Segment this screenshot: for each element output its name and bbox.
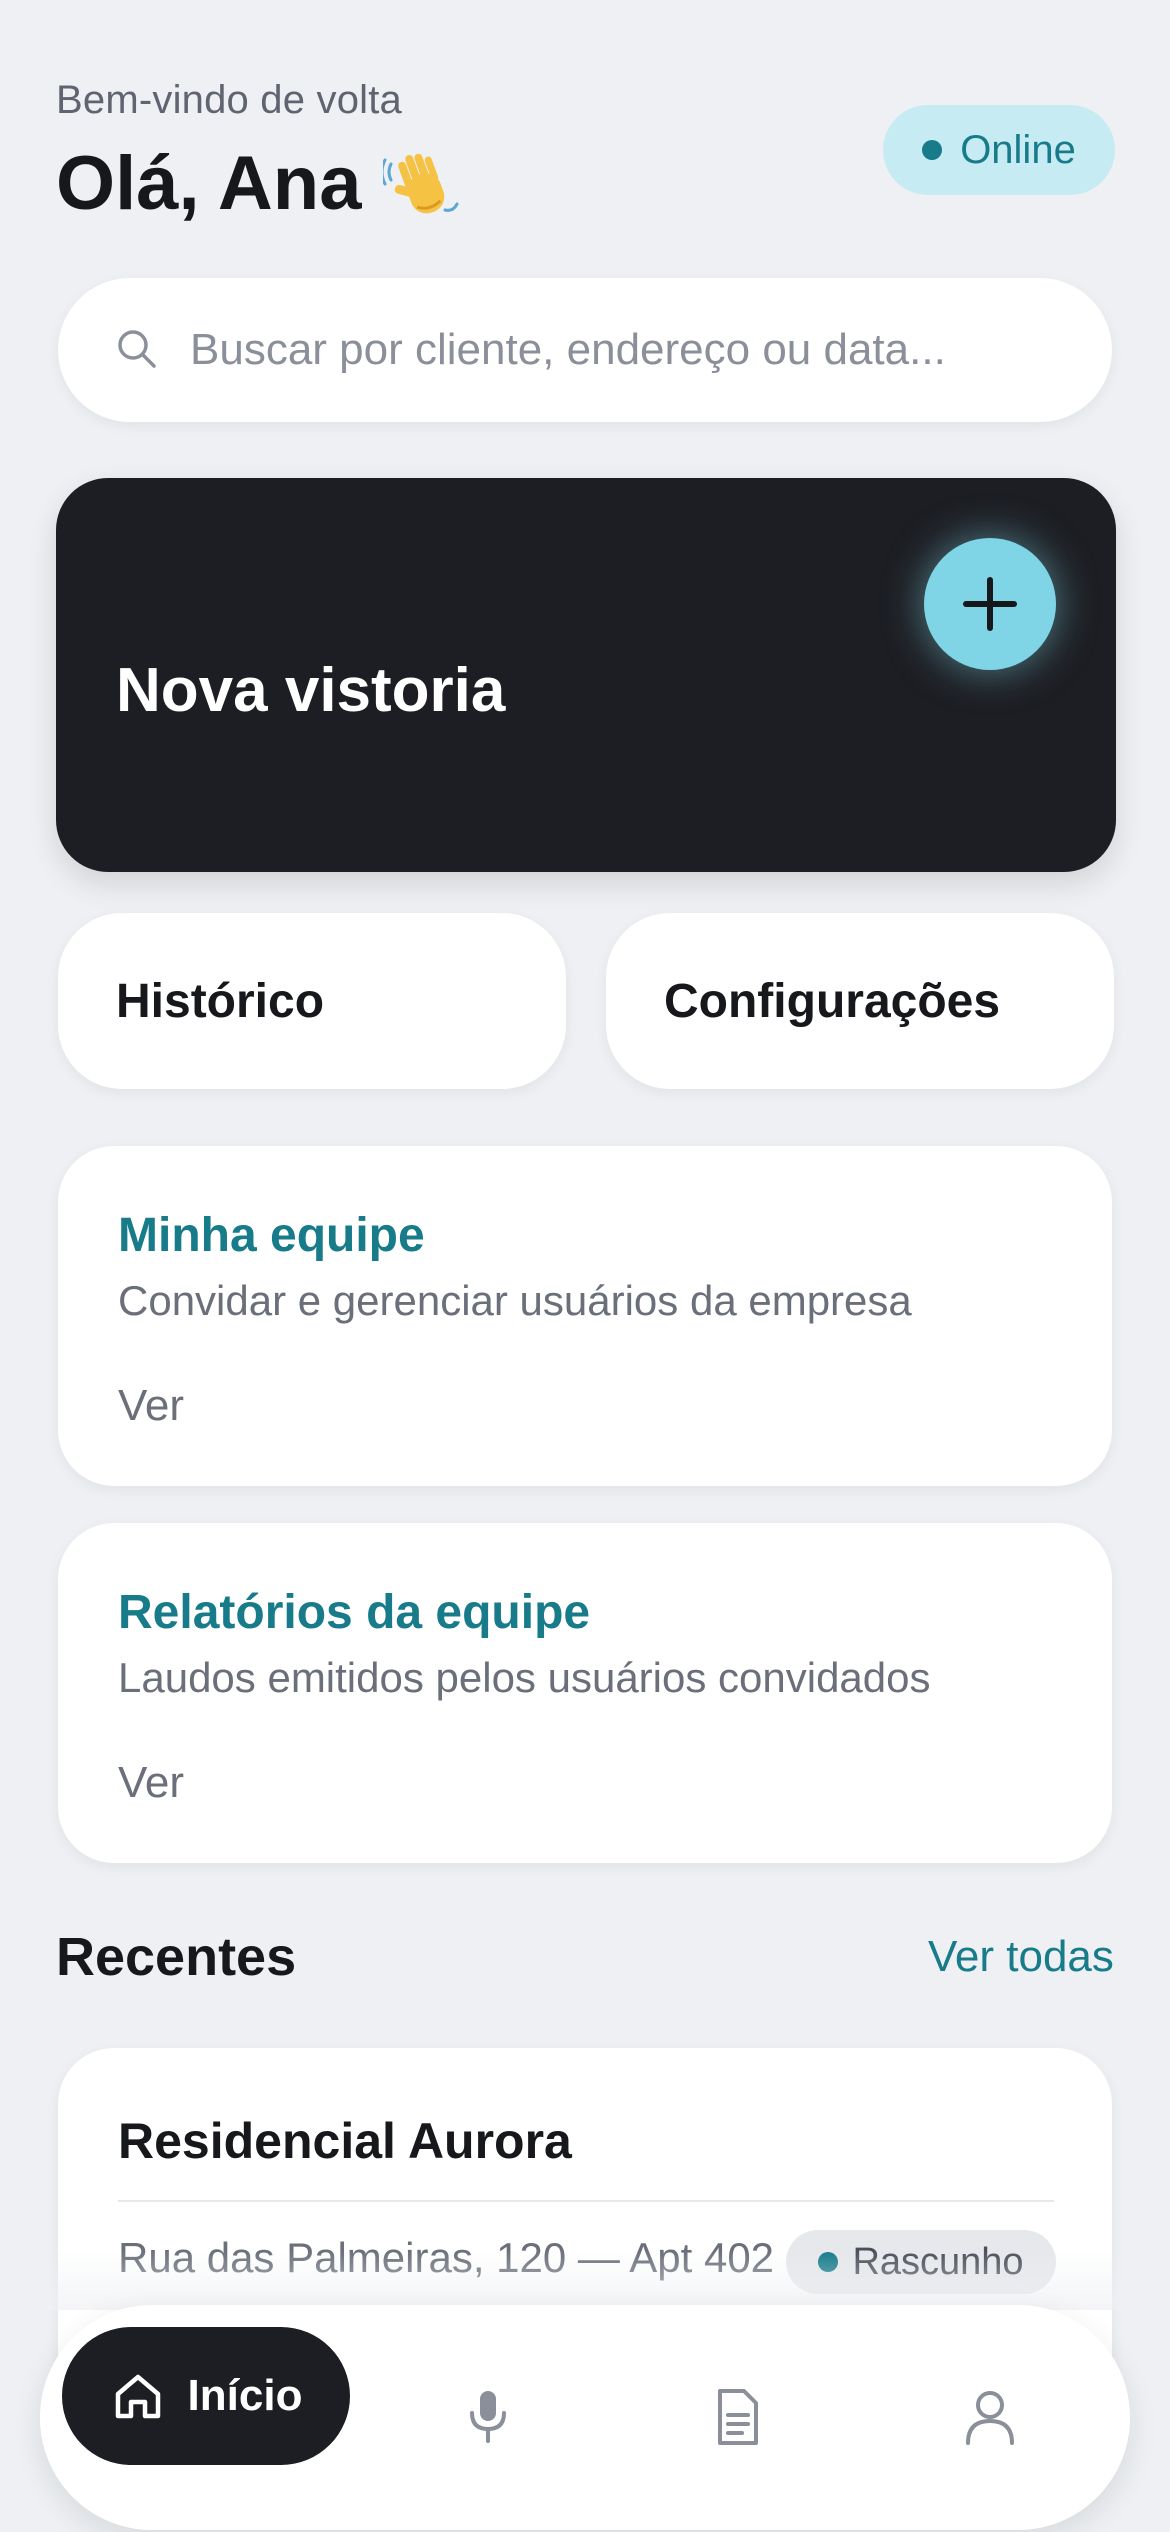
see-all-link[interactable]: Ver todas: [928, 1932, 1114, 1982]
microphone-icon: [470, 2391, 506, 2443]
waving-hand-icon: [380, 144, 463, 224]
welcome-text: Bem-vindo de volta: [56, 78, 403, 122]
tab-voice[interactable]: [458, 2387, 518, 2447]
team-reports-subtitle: Laudos emitidos pelos usuários convidado…: [118, 1654, 931, 1701]
team-card-link[interactable]: Ver: [118, 1381, 1052, 1431]
team-card-title: Minha equipe: [118, 1209, 425, 1262]
greeting: Olá, Ana: [56, 140, 463, 227]
status-dot-icon: [818, 2252, 839, 2272]
document-icon: [718, 2389, 758, 2445]
team-reports-card[interactable]: Relatórios da equipe Laudos emitidos pel…: [58, 1523, 1112, 1863]
search-input[interactable]: [188, 324, 1072, 376]
online-status-badge: Online: [883, 105, 1115, 195]
home-icon: [115, 2374, 160, 2419]
divider: [118, 2200, 1054, 2202]
search-icon: [114, 326, 158, 375]
team-reports-link[interactable]: Ver: [118, 1758, 1052, 1808]
new-inspection-title: Nova vistoria: [116, 656, 506, 725]
settings-button[interactable]: Configurações: [606, 913, 1114, 1089]
new-inspection-card[interactable]: Nova vistoria: [56, 478, 1116, 872]
plus-icon: [963, 577, 1017, 631]
new-inspection-button[interactable]: [924, 538, 1056, 670]
recent-item-name: Residencial Aurora: [118, 2113, 572, 2169]
recent-item-address: Rua das Palmeiras, 120 — Apt 402: [118, 2234, 775, 2281]
tab-home-label: Início: [187, 2371, 303, 2420]
history-button[interactable]: Histórico: [58, 913, 566, 1089]
team-card[interactable]: Minha equipe Convidar e gerenciar usuári…: [58, 1146, 1112, 1486]
recent-section-title: Recentes: [56, 1927, 297, 1987]
status-badge-label: Rascunho: [852, 2240, 1024, 2283]
status-dot-icon: [922, 140, 943, 160]
team-card-subtitle: Convidar e gerenciar usuários da empresa: [118, 1277, 912, 1324]
history-label: Histórico: [116, 974, 325, 1028]
user-icon: [966, 2391, 1014, 2445]
tab-profile[interactable]: [960, 2387, 1020, 2447]
online-status-label: Online: [960, 127, 1076, 172]
tab-reports[interactable]: [708, 2387, 768, 2447]
search-bar[interactable]: [58, 278, 1112, 422]
bottom-tab-bar: Início: [40, 2305, 1130, 2530]
greeting-text: Olá, Ana: [56, 141, 362, 226]
status-badge: Rascunho: [786, 2230, 1056, 2294]
settings-label: Configurações: [664, 974, 1001, 1028]
team-reports-title: Relatórios da equipe: [118, 1586, 591, 1639]
tab-home[interactable]: Início: [62, 2327, 350, 2465]
